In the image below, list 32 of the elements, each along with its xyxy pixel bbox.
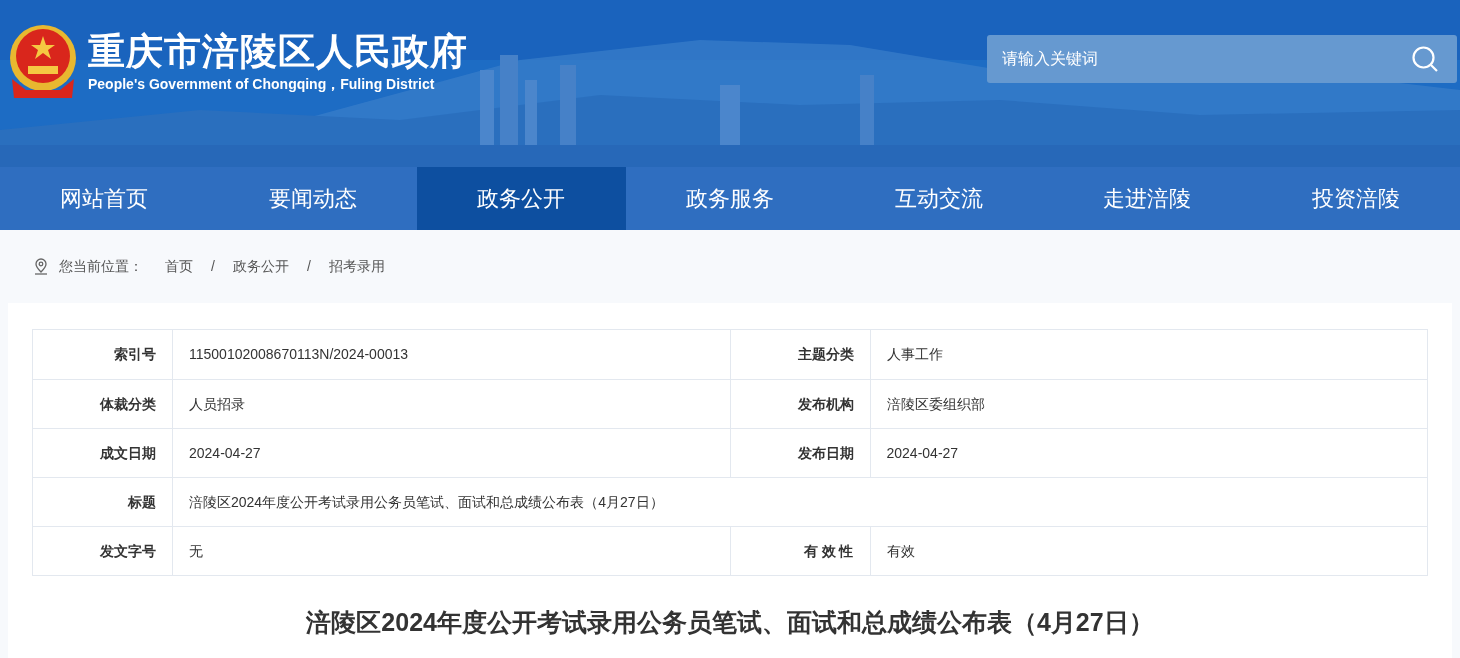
field-value: 无	[188, 541, 204, 561]
field-value: 11500102008670113N/2024-00013	[188, 345, 410, 364]
breadcrumb-link[interactable]: 政务公开	[232, 256, 289, 277]
breadcrumb-separator: /	[211, 257, 215, 276]
field-value: 2024-04-27	[885, 443, 960, 463]
field-label: 发文字号	[33, 527, 173, 575]
article-title: 涪陵区2024年度公开考试录用公务员笔试、面试和总成绩公布表（4月27日）	[305, 607, 1155, 638]
field-value: 有效	[885, 541, 916, 561]
field-label: 体裁分类	[33, 380, 173, 428]
breadcrumb-link[interactable]: 招考录用	[328, 256, 385, 277]
field-value: 涪陵区2024年度公开考试录用公务员笔试、面试和总成绩公布表（4月27日）	[188, 492, 665, 512]
field-label: 主题分类	[730, 330, 871, 379]
emblem-icon	[8, 24, 78, 100]
field-value: 人事工作	[885, 345, 944, 364]
site-subtitle: People's Government of Chongqing，Fuling District	[88, 75, 436, 94]
field-label: 标题	[33, 478, 173, 526]
field-value: 人员招录	[188, 394, 246, 414]
field-label: 发布日期	[730, 429, 871, 477]
field-value: 涪陵区委组织部	[885, 394, 986, 414]
field-label: 成文日期	[33, 429, 173, 477]
field-label: 发布机构	[730, 380, 871, 428]
breadcrumb-link[interactable]: 首页	[165, 256, 193, 277]
site-title: 重庆市涪陵区人民政府	[88, 30, 468, 74]
search-field[interactable]: 请输入关键词	[987, 35, 1457, 83]
location-pin-icon	[33, 258, 49, 275]
field-value: 2024-04-27	[188, 443, 262, 463]
search-icon[interactable]	[1411, 45, 1439, 73]
breadcrumb-label: 您当前位置：	[59, 257, 143, 276]
field-label: 有 效 性	[730, 527, 871, 575]
breadcrumb-separator: /	[306, 257, 311, 276]
field-label: 索引号	[33, 330, 173, 379]
nav-tab[interactable]: 政务公开	[417, 167, 626, 230]
